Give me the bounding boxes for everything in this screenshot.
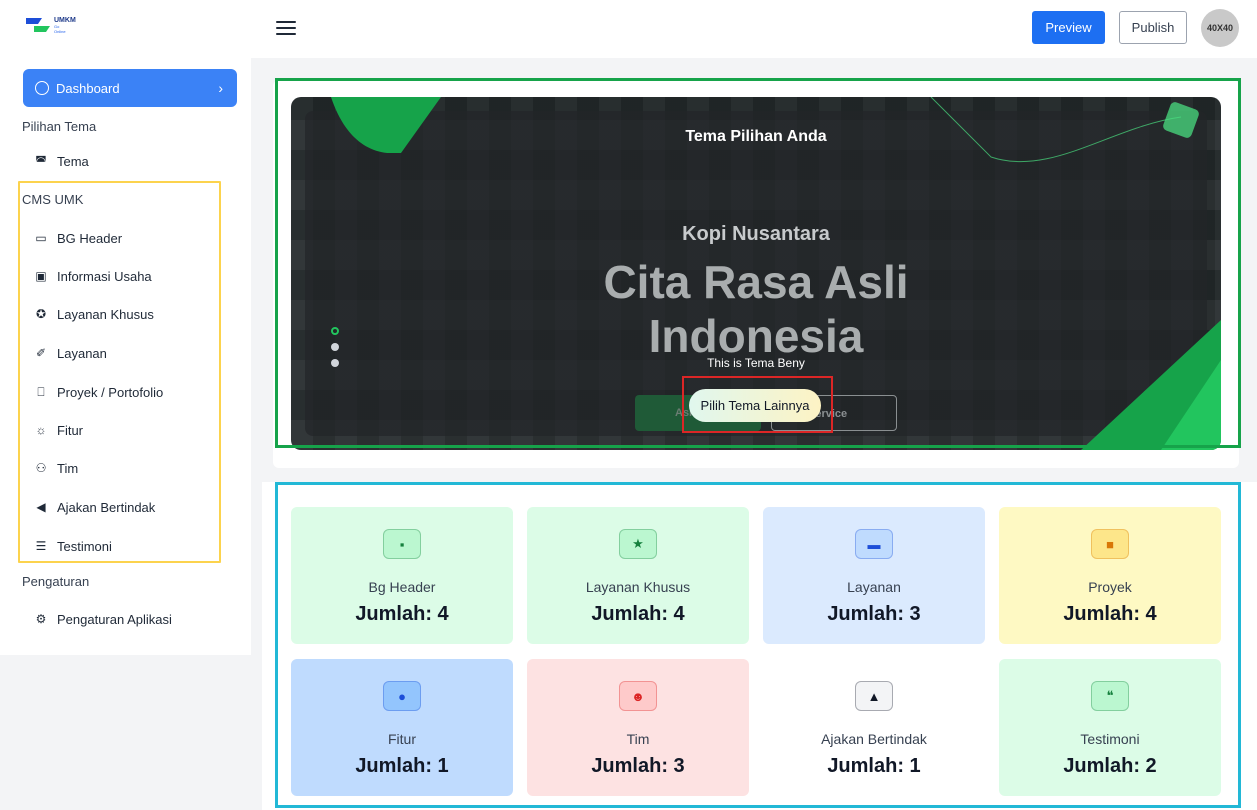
stat-count: Jumlah: 1 xyxy=(827,755,921,777)
users-icon: ☻ xyxy=(619,681,657,711)
stat-card-layanan[interactable]: ▬ Layanan Jumlah: 3 xyxy=(763,507,985,644)
stat-label: Layanan xyxy=(847,579,901,595)
stat-label: Tim xyxy=(626,731,650,747)
stat-count: Jumlah: 3 xyxy=(827,603,921,625)
stat-card-bg-header[interactable]: ▪ Bg Header Jumlah: 4 xyxy=(291,507,513,644)
stat-card-proyek[interactable]: ■ Proyek Jumlah: 4 xyxy=(999,507,1221,644)
dashboard-icon xyxy=(35,81,49,95)
gear-icon: ⚙ xyxy=(35,612,47,626)
stat-label: Bg Header xyxy=(368,579,436,595)
stat-label: Fitur xyxy=(388,731,416,747)
sidebar-item-label: Tema xyxy=(57,153,89,169)
logo-text-3: Online xyxy=(54,29,66,34)
bulb-icon: ● xyxy=(383,681,421,711)
menu-toggle-icon[interactable] xyxy=(276,18,296,38)
folder-icon: ■ xyxy=(1091,529,1129,559)
star-icon: ★ xyxy=(619,529,657,559)
avatar[interactable]: 40X40 xyxy=(1201,9,1239,47)
publish-button[interactable]: Publish xyxy=(1119,11,1187,44)
stat-count: Jumlah: 4 xyxy=(355,603,449,625)
stat-card-testimoni[interactable]: ❝ Testimoni Jumlah: 2 xyxy=(999,659,1221,796)
stat-count: Jumlah: 3 xyxy=(591,755,685,777)
logo-text-1: UMKM xyxy=(54,17,76,24)
bell-icon: ▲ xyxy=(855,681,893,711)
stat-label: Testimoni xyxy=(1080,731,1140,747)
stat-card-ajakan-bertindak[interactable]: ▲ Ajakan Bertindak Jumlah: 1 xyxy=(763,659,985,796)
stat-card-layanan-khusus[interactable]: ★ Layanan Khusus Jumlah: 4 xyxy=(527,507,749,644)
stat-count: Jumlah: 1 xyxy=(355,755,449,777)
cms-section-highlight xyxy=(18,181,221,563)
palette-icon: ◚ xyxy=(35,154,47,168)
file-icon: ▪ xyxy=(383,529,421,559)
stat-count: Jumlah: 2 xyxy=(1063,755,1157,777)
sidebar-item-label: Dashboard xyxy=(56,80,120,96)
chevron-right-icon: › xyxy=(218,80,223,96)
stat-card-tim[interactable]: ☻ Tim Jumlah: 3 xyxy=(527,659,749,796)
stat-label: Layanan Khusus xyxy=(585,579,691,595)
stat-count: Jumlah: 4 xyxy=(591,603,685,625)
pick-theme-highlight xyxy=(682,376,833,433)
top-bar: UMKM Go Online Preview Publish 40X40 xyxy=(0,0,1257,58)
stat-count: Jumlah: 4 xyxy=(1063,603,1157,625)
sidebar-item-tema[interactable]: ◚ Tema xyxy=(34,151,89,171)
sidebar-item-pengaturan-aplikasi[interactable]: ⚙ Pengaturan Aplikasi xyxy=(34,609,172,629)
sidebar-item-label: Pengaturan Aplikasi xyxy=(57,611,172,627)
sidebar-item-dashboard[interactable]: Dashboard › xyxy=(23,69,237,107)
stat-label: Proyek xyxy=(1088,579,1132,595)
briefcase-icon: ▬ xyxy=(855,529,893,559)
quote-icon: ❝ xyxy=(1091,681,1129,711)
preview-button[interactable]: Preview xyxy=(1032,11,1105,44)
stat-label: Ajakan Bertindak xyxy=(821,731,927,747)
stat-card-fitur[interactable]: ● Fitur Jumlah: 1 xyxy=(291,659,513,796)
section-label-pilihan-tema: Pilihan Tema xyxy=(22,119,97,134)
section-label-pengaturan: Pengaturan xyxy=(22,574,90,589)
umkm-logo[interactable]: UMKM Go Online xyxy=(24,12,94,38)
